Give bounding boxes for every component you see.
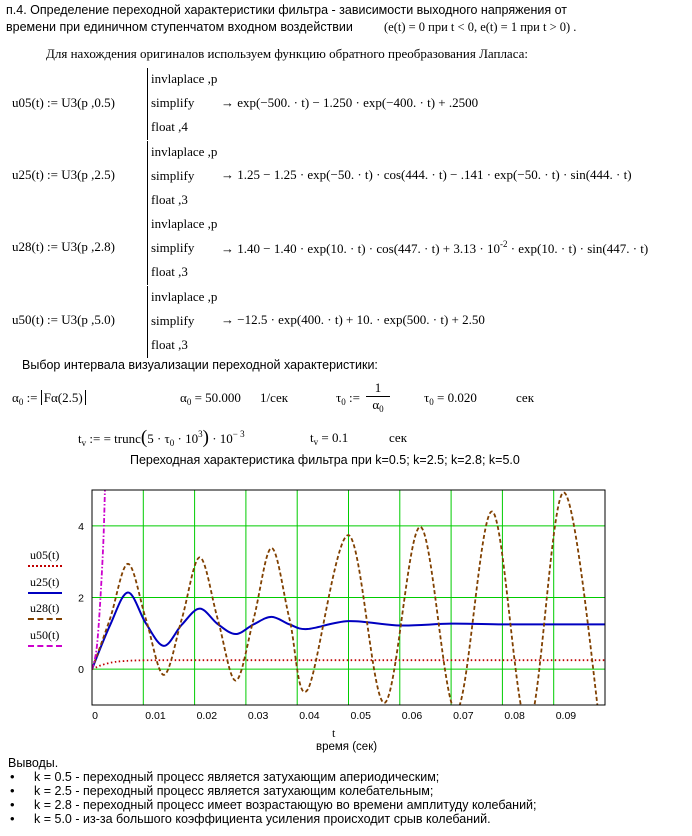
x-tick-label: 0.02 [197,710,218,722]
x-axis-variable: t [332,726,336,740]
x-tick-label: 0.04 [299,710,320,722]
x-tick-label: 0.01 [145,710,166,722]
list-item: k = 0.5 - переходный процесс является за… [8,770,537,784]
list-item: k = 2.5 - переходный процесс является за… [8,784,537,798]
list-item: k = 5.0 - из-за большого коэффициента ус… [8,812,537,826]
x-tick-label: 0.09 [556,710,577,722]
x-axis-label: время (сек) [316,741,378,753]
series-u28 [92,491,599,705]
x-tick-label: 0.05 [351,710,372,722]
transient-response-chart[interactable]: 0 0.01 0.02 0.03 0.04 0.05 0.06 0.07 0.08 0.09 0 2 4 [0,0,692,836]
x-tick-label: 0.08 [504,710,525,722]
conclusions-title: Выводы. [8,756,59,770]
series-u50 [92,490,106,670]
x-tick-label: 0.03 [248,710,269,722]
x-tick-label: 0 [92,710,98,722]
list-item: k = 2.8 - переходный процесс имеет возра… [8,798,537,812]
x-tick-label: 0.07 [453,710,474,722]
y-tick-label: 4 [78,521,84,533]
conclusions-list: k = 0.5 - переходный процесс является за… [8,770,537,826]
y-tick-label: 0 [78,664,84,676]
x-tick-label: 0.06 [402,710,423,722]
y-tick-label: 2 [78,593,84,605]
